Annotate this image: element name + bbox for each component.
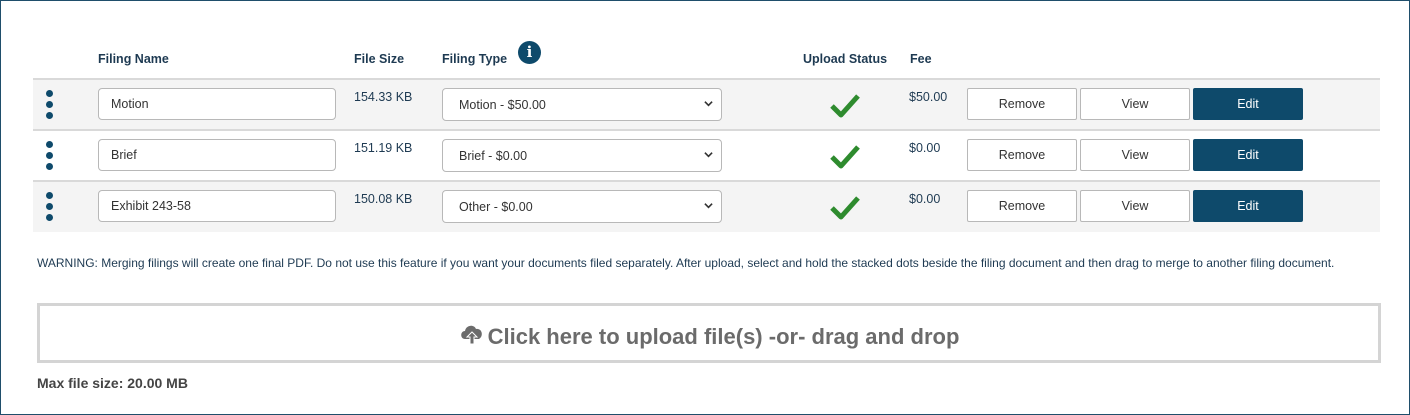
file-size: 150.08 KB [354,192,413,206]
table-row: 154.33 KB Motion - $50.00 $50.00 Remove … [33,78,1380,130]
check-icon [830,94,860,118]
max-file-size: Max file size: 20.00 MB [37,375,188,391]
filing-name-input[interactable] [98,139,336,171]
view-button[interactable]: View [1080,190,1190,222]
filing-name-input[interactable] [98,190,336,222]
header-file-size: File Size [354,52,405,66]
cloud-upload-icon [460,325,482,345]
drag-handle-icon[interactable] [46,192,54,222]
remove-button[interactable]: Remove [967,190,1077,222]
fee-value: $0.00 [909,192,941,206]
chevron-down-icon [704,152,713,158]
filing-panel: Filing Name File Size Filing Type i Uplo… [0,0,1410,415]
view-button[interactable]: View [1080,88,1190,120]
filing-type-select[interactable]: Brief - $0.00 [442,139,722,172]
header-fee: Fee [910,52,932,66]
filing-type-value: Motion - $50.00 [459,98,546,112]
filing-name-input[interactable] [98,88,336,120]
check-icon [830,196,860,220]
edit-button[interactable]: Edit [1193,190,1303,222]
header-filing-type: Filing Type [442,52,508,66]
filing-type-select[interactable]: Other - $0.00 [442,190,722,223]
edit-button[interactable]: Edit [1193,88,1303,120]
check-icon [830,145,860,169]
filing-type-value: Other - $0.00 [459,200,533,214]
merge-warning: WARNING: Merging filings will create one… [37,256,1335,270]
info-icon[interactable]: i [518,41,541,64]
chevron-down-icon [704,101,713,107]
header-filing-name: Filing Name [98,52,169,66]
file-size: 151.19 KB [354,141,413,155]
drag-handle-icon[interactable] [46,141,54,171]
view-button[interactable]: View [1080,139,1190,171]
upload-dropzone[interactable]: Click here to upload file(s) -or- drag a… [37,303,1381,363]
upload-label: Click here to upload file(s) -or- drag a… [487,324,960,349]
file-size: 154.33 KB [354,90,413,104]
table-row: 151.19 KB Brief - $0.00 $0.00 Remove Vie… [33,129,1380,181]
edit-button[interactable]: Edit [1193,139,1303,171]
table-row: 150.08 KB Other - $0.00 $0.00 Remove Vie… [33,180,1380,232]
filing-type-value: Brief - $0.00 [459,149,528,163]
remove-button[interactable]: Remove [967,139,1077,171]
fee-value: $50.00 [909,90,948,104]
drag-handle-icon[interactable] [46,90,54,120]
remove-button[interactable]: Remove [967,88,1077,120]
header-upload-status: Upload Status [803,52,888,66]
chevron-down-icon [704,203,713,209]
filing-type-select[interactable]: Motion - $50.00 [442,88,722,121]
fee-value: $0.00 [909,141,941,155]
